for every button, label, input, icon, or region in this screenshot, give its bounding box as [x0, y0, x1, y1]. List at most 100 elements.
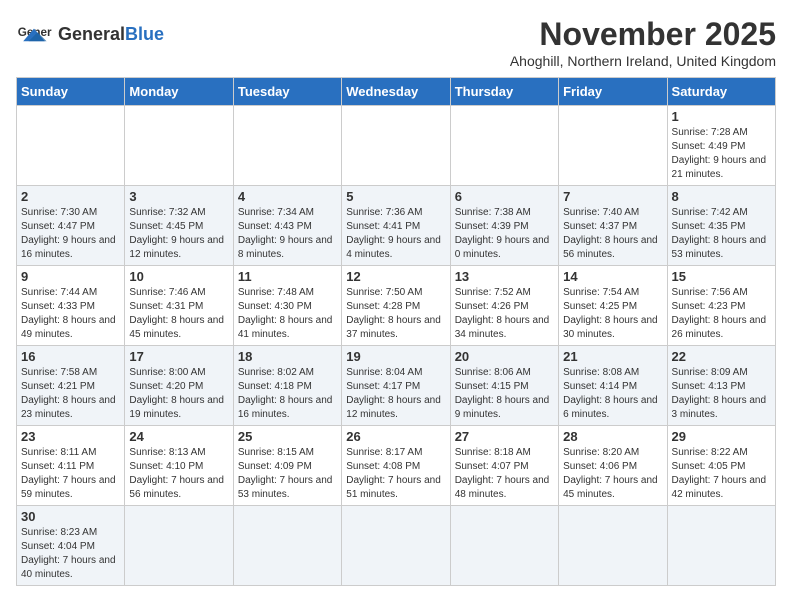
calendar-day-cell: 20 Sunrise: 8:06 AM Sunset: 4:15 PM Dayli…	[450, 346, 558, 426]
day-info: Sunrise: 7:50 AM Sunset: 4:28 PM Dayligh…	[346, 286, 445, 342]
day-number: 4	[238, 189, 337, 204]
day-header-saturday: Saturday	[667, 78, 775, 106]
day-number: 17	[129, 349, 228, 364]
calendar-day-cell: 11Sunrise: 7:48 AM Sunset: 4:30 PM Dayli…	[233, 266, 341, 346]
calendar-day-cell	[342, 106, 450, 186]
day-header-sunday: Sunday	[17, 78, 125, 106]
day-number: 29	[672, 429, 771, 444]
day-header-tuesday: Tuesday	[233, 78, 341, 106]
day-info: Sunrise: 8:09 AM Sunset: 4:13 PM Dayligh…	[672, 366, 771, 422]
day-header-wednesday: Wednesday	[342, 78, 450, 106]
calendar-week-row: 30Sunrise: 8:23 AM Sunset: 4:04 PM Dayli…	[17, 506, 776, 586]
day-number: 25	[238, 429, 337, 444]
logo: General GeneralBlue	[16, 16, 164, 52]
calendar-day-cell	[233, 106, 341, 186]
calendar-day-cell: 6 Sunrise: 7:38 AM Sunset: 4:39 PM Daylig…	[450, 186, 558, 266]
calendar-day-cell: 21 Sunrise: 8:08 AM Sunset: 4:14 PM Dayli…	[559, 346, 667, 426]
day-number: 7	[563, 189, 662, 204]
day-header-friday: Friday	[559, 78, 667, 106]
calendar-day-cell: 3Sunrise: 7:32 AM Sunset: 4:45 PM Daylig…	[125, 186, 233, 266]
day-number: 3	[129, 189, 228, 204]
day-info: Sunrise: 7:30 AM Sunset: 4:47 PM Dayligh…	[21, 206, 120, 262]
day-number: 14	[563, 269, 662, 284]
calendar-day-cell: 4 Sunrise: 7:34 AM Sunset: 4:43 PM Daylig…	[233, 186, 341, 266]
day-info: Sunrise: 7:40 AM Sunset: 4:37 PM Dayligh…	[563, 206, 662, 262]
day-number: 2	[21, 189, 120, 204]
day-info: Sunrise: 8:11 AM Sunset: 4:11 PM Dayligh…	[21, 446, 120, 502]
page-header: General GeneralBlue November 2025 Ahoghi…	[16, 16, 776, 69]
calendar-day-cell: 15 Sunrise: 7:56 AM Sunset: 4:23 PM Dayli…	[667, 266, 775, 346]
day-number: 6	[455, 189, 554, 204]
day-number: 20	[455, 349, 554, 364]
calendar-day-cell	[450, 106, 558, 186]
calendar-day-cell: 8 Sunrise: 7:42 AM Sunset: 4:35 PM Daylig…	[667, 186, 775, 266]
location-subtitle: Ahoghill, Northern Ireland, United Kingd…	[510, 53, 776, 69]
calendar-day-cell: 14 Sunrise: 7:54 AM Sunset: 4:25 PM Dayli…	[559, 266, 667, 346]
calendar-day-cell: 23 Sunrise: 8:11 AM Sunset: 4:11 PM Dayli…	[17, 426, 125, 506]
calendar-day-cell	[559, 506, 667, 586]
day-info: Sunrise: 8:06 AM Sunset: 4:15 PM Dayligh…	[455, 366, 554, 422]
day-number: 11	[238, 269, 337, 284]
day-info: Sunrise: 7:36 AM Sunset: 4:41 PM Dayligh…	[346, 206, 445, 262]
calendar-day-cell: 24 Sunrise: 8:13 AM Sunset: 4:10 PM Dayli…	[125, 426, 233, 506]
calendar-header-row: SundayMondayTuesdayWednesdayThursdayFrid…	[17, 78, 776, 106]
day-info: Sunrise: 7:38 AM Sunset: 4:39 PM Dayligh…	[455, 206, 554, 262]
day-info: Sunrise: 7:54 AM Sunset: 4:25 PM Dayligh…	[563, 286, 662, 342]
day-info: Sunrise: 8:17 AM Sunset: 4:08 PM Dayligh…	[346, 446, 445, 502]
day-number: 22	[672, 349, 771, 364]
calendar-day-cell	[125, 106, 233, 186]
day-info: Sunrise: 8:18 AM Sunset: 4:07 PM Dayligh…	[455, 446, 554, 502]
calendar-day-cell	[667, 506, 775, 586]
day-info: Sunrise: 7:34 AM Sunset: 4:43 PM Dayligh…	[238, 206, 337, 262]
calendar-week-row: 9Sunrise: 7:44 AM Sunset: 4:33 PM Daylig…	[17, 266, 776, 346]
calendar-day-cell: 30Sunrise: 8:23 AM Sunset: 4:04 PM Dayli…	[17, 506, 125, 586]
calendar-day-cell: 5Sunrise: 7:36 AM Sunset: 4:41 PM Daylig…	[342, 186, 450, 266]
day-number: 12	[346, 269, 445, 284]
day-info: Sunrise: 8:15 AM Sunset: 4:09 PM Dayligh…	[238, 446, 337, 502]
calendar-day-cell: 22 Sunrise: 8:09 AM Sunset: 4:13 PM Dayli…	[667, 346, 775, 426]
logo-text: GeneralBlue	[58, 24, 164, 45]
calendar-day-cell: 17 Sunrise: 8:00 AM Sunset: 4:20 PM Dayli…	[125, 346, 233, 426]
calendar-day-cell	[125, 506, 233, 586]
calendar-day-cell	[559, 106, 667, 186]
day-number: 10	[129, 269, 228, 284]
calendar-day-cell: 28Sunrise: 8:20 AM Sunset: 4:06 PM Dayli…	[559, 426, 667, 506]
day-info: Sunrise: 8:02 AM Sunset: 4:18 PM Dayligh…	[238, 366, 337, 422]
calendar-day-cell: 2 Sunrise: 7:30 AM Sunset: 4:47 PM Daylig…	[17, 186, 125, 266]
calendar-day-cell: 7 Sunrise: 7:40 AM Sunset: 4:37 PM Daylig…	[559, 186, 667, 266]
logo-icon: General	[16, 16, 52, 52]
day-number: 19	[346, 349, 445, 364]
day-info: Sunrise: 7:42 AM Sunset: 4:35 PM Dayligh…	[672, 206, 771, 262]
day-header-thursday: Thursday	[450, 78, 558, 106]
day-info: Sunrise: 7:52 AM Sunset: 4:26 PM Dayligh…	[455, 286, 554, 342]
calendar-day-cell: 25 Sunrise: 8:15 AM Sunset: 4:09 PM Dayli…	[233, 426, 341, 506]
calendar-week-row: 16Sunrise: 7:58 AM Sunset: 4:21 PM Dayli…	[17, 346, 776, 426]
calendar-day-cell	[17, 106, 125, 186]
day-info: Sunrise: 8:13 AM Sunset: 4:10 PM Dayligh…	[129, 446, 228, 502]
day-number: 18	[238, 349, 337, 364]
calendar-day-cell: 10 Sunrise: 7:46 AM Sunset: 4:31 PM Dayli…	[125, 266, 233, 346]
day-number: 21	[563, 349, 662, 364]
calendar-day-cell: 12 Sunrise: 7:50 AM Sunset: 4:28 PM Dayli…	[342, 266, 450, 346]
day-info: Sunrise: 7:58 AM Sunset: 4:21 PM Dayligh…	[21, 366, 120, 422]
day-number: 1	[672, 109, 771, 124]
day-info: Sunrise: 8:00 AM Sunset: 4:20 PM Dayligh…	[129, 366, 228, 422]
day-number: 28	[563, 429, 662, 444]
calendar-day-cell	[450, 506, 558, 586]
day-info: Sunrise: 8:04 AM Sunset: 4:17 PM Dayligh…	[346, 366, 445, 422]
calendar-week-row: 2 Sunrise: 7:30 AM Sunset: 4:47 PM Daylig…	[17, 186, 776, 266]
title-block: November 2025 Ahoghill, Northern Ireland…	[510, 16, 776, 69]
day-info: Sunrise: 8:22 AM Sunset: 4:05 PM Dayligh…	[672, 446, 771, 502]
day-info: Sunrise: 8:08 AM Sunset: 4:14 PM Dayligh…	[563, 366, 662, 422]
day-number: 8	[672, 189, 771, 204]
day-number: 24	[129, 429, 228, 444]
day-info: Sunrise: 7:28 AM Sunset: 4:49 PM Dayligh…	[672, 126, 771, 182]
day-info: Sunrise: 7:56 AM Sunset: 4:23 PM Dayligh…	[672, 286, 771, 342]
day-info: Sunrise: 7:46 AM Sunset: 4:31 PM Dayligh…	[129, 286, 228, 342]
calendar-day-cell: 29 Sunrise: 8:22 AM Sunset: 4:05 PM Dayli…	[667, 426, 775, 506]
calendar-day-cell	[342, 506, 450, 586]
day-number: 15	[672, 269, 771, 284]
day-number: 23	[21, 429, 120, 444]
calendar-day-cell: 27Sunrise: 8:18 AM Sunset: 4:07 PM Dayli…	[450, 426, 558, 506]
calendar-day-cell: 9Sunrise: 7:44 AM Sunset: 4:33 PM Daylig…	[17, 266, 125, 346]
